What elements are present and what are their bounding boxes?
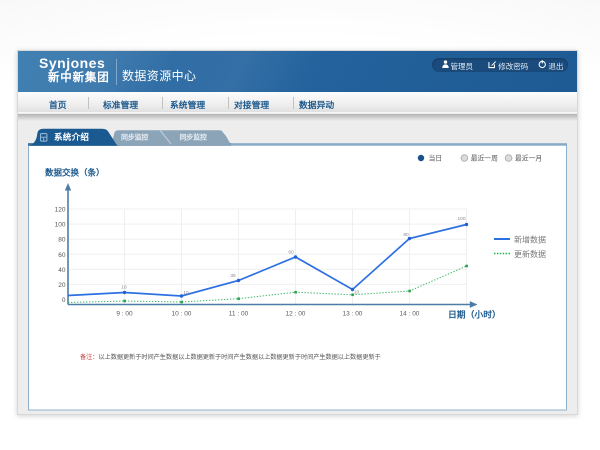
svg-text:12 : 00: 12 : 00 <box>286 311 306 318</box>
svg-text:60: 60 <box>58 252 66 259</box>
svg-text:11 : 00: 11 : 00 <box>229 311 249 318</box>
svg-text:系统介绍: 系统介绍 <box>54 132 89 142</box>
svg-text:新增数据: 新增数据 <box>514 234 546 244</box>
svg-text:35: 35 <box>230 273 236 279</box>
svg-text:当日: 当日 <box>429 154 443 163</box>
svg-text:120: 120 <box>55 207 66 214</box>
svg-text:60: 60 <box>288 250 294 256</box>
svg-text:80: 80 <box>403 232 409 238</box>
svg-text:80: 80 <box>58 237 66 244</box>
svg-text:100: 100 <box>55 222 66 229</box>
svg-text:日期（小时）: 日期（小时） <box>448 309 501 320</box>
svg-text:0: 0 <box>62 297 66 304</box>
svg-text:9 : 00: 9 : 00 <box>116 311 133 318</box>
svg-text:10: 10 <box>354 290 360 296</box>
svg-text:18: 18 <box>121 285 127 291</box>
svg-text:100: 100 <box>457 216 465 222</box>
svg-text:同步监控: 同步监控 <box>180 133 207 142</box>
svg-text:40: 40 <box>58 267 66 274</box>
svg-text:最近一月: 最近一月 <box>515 154 542 163</box>
svg-text:更新数据: 更新数据 <box>514 249 546 259</box>
svg-text:14 : 00: 14 : 00 <box>400 311 420 318</box>
svg-text:10 : 00: 10 : 00 <box>172 311 192 318</box>
svg-text:20: 20 <box>58 282 66 289</box>
svg-text:13 : 00: 13 : 00 <box>343 311 363 318</box>
svg-text:最近一周: 最近一周 <box>471 154 498 163</box>
svg-text:10: 10 <box>183 290 189 296</box>
svg-text:同步监控: 同步监控 <box>121 133 148 142</box>
svg-text:数据交换（条）: 数据交换（条） <box>45 167 105 177</box>
